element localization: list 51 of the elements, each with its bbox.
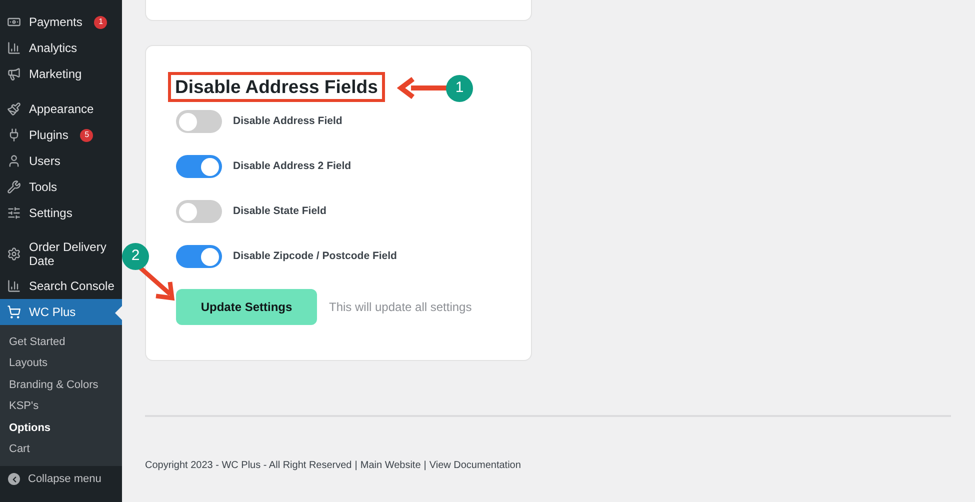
collapse-icon xyxy=(8,473,20,485)
hint-text: This will update all settings xyxy=(329,299,472,316)
submenu-item[interactable]: KSP's xyxy=(0,396,122,417)
footer-separator: | xyxy=(354,459,358,473)
submenu-item[interactable]: Layouts xyxy=(0,352,122,374)
sidebar-item[interactable]: Plugins 5 xyxy=(0,122,122,148)
sidebar-item[interactable]: Settings xyxy=(0,200,122,226)
footer-link[interactable]: Main Website xyxy=(360,458,421,473)
toggle-label: Disable Zipcode / Postcode Field xyxy=(233,248,397,264)
sidebar-item[interactable]: WC Plus xyxy=(0,299,122,325)
sidebar-item[interactable]: Payments 1 xyxy=(0,9,122,35)
sidebar-item[interactable]: Search Console xyxy=(0,273,122,299)
bar-chart-icon xyxy=(7,279,21,293)
sidebar-item[interactable]: Marketing xyxy=(0,61,122,87)
sidebar-item[interactable]: Users xyxy=(0,148,122,174)
user-icon xyxy=(7,154,21,168)
footer-separator: | xyxy=(424,459,426,473)
submenu-item[interactable]: Options xyxy=(0,417,122,438)
megaphone-icon xyxy=(7,67,21,81)
sidebar-item[interactable]: Order Delivery Date xyxy=(0,235,122,273)
collapse-menu-button[interactable]: Collapse menu xyxy=(0,466,122,492)
banknote-icon xyxy=(7,15,21,29)
footer-link[interactable]: View Documentation xyxy=(429,458,521,473)
plug-icon xyxy=(7,128,21,142)
step-number-badge: 2 xyxy=(122,243,149,270)
cart-icon xyxy=(7,305,21,319)
toggle-label: Disable State Field xyxy=(233,204,326,219)
count-badge: 5 xyxy=(80,128,94,142)
count-badge: 1 xyxy=(94,16,108,28)
submenu-item[interactable]: Cart xyxy=(0,438,122,460)
copyright-text: Copyright 2023 - WC Plus - All Right Reserved xyxy=(145,459,352,473)
toggle-switch[interactable] xyxy=(176,245,222,268)
sliders-icon xyxy=(7,206,21,220)
paintbrush-icon xyxy=(7,102,21,116)
toggle-switch[interactable] xyxy=(176,200,222,223)
update-settings-button[interactable]: Update Settings xyxy=(176,289,317,325)
toggle-label: Disable Address Field xyxy=(233,114,342,129)
toggle-switch[interactable] xyxy=(176,155,222,178)
submenu-item[interactable]: Get Started xyxy=(0,331,122,352)
annotation-arrow xyxy=(397,77,447,99)
sidebar-item[interactable]: Tools xyxy=(0,174,122,200)
bar-chart-icon xyxy=(7,41,21,55)
annotation-arrow xyxy=(138,266,176,302)
toggle-switch[interactable] xyxy=(176,110,222,133)
sidebar-item[interactable]: Appearance xyxy=(0,96,122,122)
toggle-label: Disable Address 2 Field xyxy=(233,158,352,174)
submenu-item[interactable]: Branding & Colors xyxy=(0,374,122,396)
sidebar-item[interactable]: Analytics xyxy=(0,35,122,61)
card-title: Disable Address Fields xyxy=(175,75,378,99)
gear-icon xyxy=(7,247,21,261)
wrench-icon xyxy=(7,180,21,194)
